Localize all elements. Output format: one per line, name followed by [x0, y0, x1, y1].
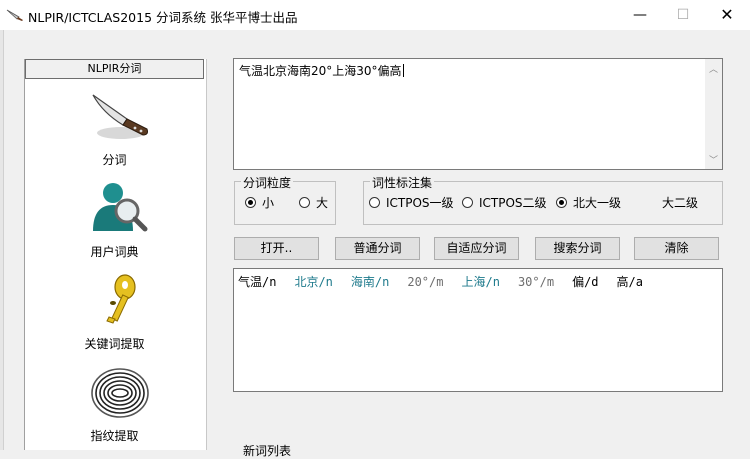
user-search-icon — [93, 183, 148, 232]
radio-selected-icon — [556, 196, 567, 208]
adaptive-segment-button[interactable]: 自适应分词 — [434, 237, 519, 260]
token: 20°/m — [407, 275, 444, 289]
token: 海南/n — [350, 275, 390, 289]
scroll-down-icon[interactable]: ﹀ — [705, 153, 722, 166]
window-title: NLPIR/ICTCLAS2015 分词系统 张华平博士出品 — [28, 10, 298, 25]
sidebar-item-keyword[interactable]: 关键词提取 — [25, 273, 204, 357]
window-edge — [0, 30, 4, 450]
sidebar-header: NLPIR分词 — [25, 59, 204, 79]
newword-list-label: 新词列表 — [243, 444, 292, 458]
minimize-button[interactable]: — — [625, 4, 655, 26]
input-scrollbar[interactable]: ︿ ﹀ — [705, 59, 722, 169]
sidebar: NLPIR分词 分词 用户词典 关键词提取 指纹提取 — [24, 59, 207, 450]
token: 气温/n — [238, 275, 277, 289]
radio-unselected-icon — [462, 196, 473, 208]
pos-option-pku1[interactable]: 北大一级 — [556, 194, 621, 210]
radio-unselected-icon — [369, 196, 380, 208]
granularity-title: 分词粒度 — [241, 174, 294, 191]
pos-option-ictpos2[interactable]: ICTPOS二级 — [462, 194, 547, 210]
knife-icon — [92, 94, 148, 139]
key-icon — [106, 274, 136, 324]
open-button[interactable]: 打开.. — [234, 237, 319, 260]
input-text: 气温北京海南20°上海30°偏高 — [239, 64, 404, 78]
search-segment-button[interactable]: 搜索分词 — [535, 237, 620, 260]
normal-segment-button[interactable]: 普通分词 — [335, 237, 420, 260]
title-bar: NLPIR/ICTCLAS2015 分词系统 张华平博士出品 — ☐ ✕ — [0, 0, 750, 30]
granularity-option-small[interactable]: 小 — [245, 194, 274, 210]
granularity-group: 分词粒度 小 大 — [234, 174, 336, 225]
output-textarea[interactable]: 气温/n 北京/n 海南/n 20°/m 上海/n 30°/m 偏/d 高/a — [233, 268, 723, 392]
sidebar-item-user-dict[interactable]: 用户词典 — [25, 181, 204, 265]
scroll-up-icon[interactable]: ︿ — [705, 62, 722, 75]
sidebar-item-segment[interactable]: 分词 — [25, 89, 204, 173]
pos-option-ictpos1[interactable]: ICTPOS一级 — [369, 194, 454, 210]
token: 高/a — [616, 275, 643, 289]
pos-set-title: 词性标注集 — [370, 174, 435, 191]
fingerprint-icon — [91, 368, 149, 418]
knife-app-icon — [6, 9, 23, 21]
sidebar-item-label: 指纹提取 — [90, 429, 139, 443]
pos-option-pku2[interactable]: 大二级 — [662, 194, 698, 210]
maximize-button[interactable]: ☐ — [668, 4, 698, 26]
close-button[interactable]: ✕ — [712, 4, 742, 26]
pos-set-group: 词性标注集 ICTPOS一级 ICTPOS二级 北大一级 大二级 — [363, 174, 723, 225]
sidebar-item-label: 关键词提取 — [84, 337, 145, 351]
radio-selected-icon — [245, 196, 256, 208]
token: 上海/n — [461, 275, 500, 289]
input-textarea[interactable]: 气温北京海南20°上海30°偏高 ︿ ﹀ — [233, 58, 723, 170]
text-caret — [402, 64, 404, 77]
clear-button[interactable]: 清除 — [634, 237, 719, 260]
sidebar-item-label: 分词 — [102, 153, 127, 167]
segmentation-result: 气温/n 北京/n 海南/n 20°/m 上海/n 30°/m 偏/d 高/a — [238, 273, 661, 290]
token: 30°/m — [517, 275, 555, 289]
radio-unselected-icon — [299, 196, 310, 208]
token: 北京/n — [294, 275, 333, 289]
sidebar-item-label: 用户词典 — [90, 245, 139, 259]
granularity-option-large[interactable]: 大 — [299, 194, 328, 210]
sidebar-item-fingerprint[interactable]: 指纹提取 — [25, 365, 204, 449]
token: 偏/d — [572, 275, 599, 289]
